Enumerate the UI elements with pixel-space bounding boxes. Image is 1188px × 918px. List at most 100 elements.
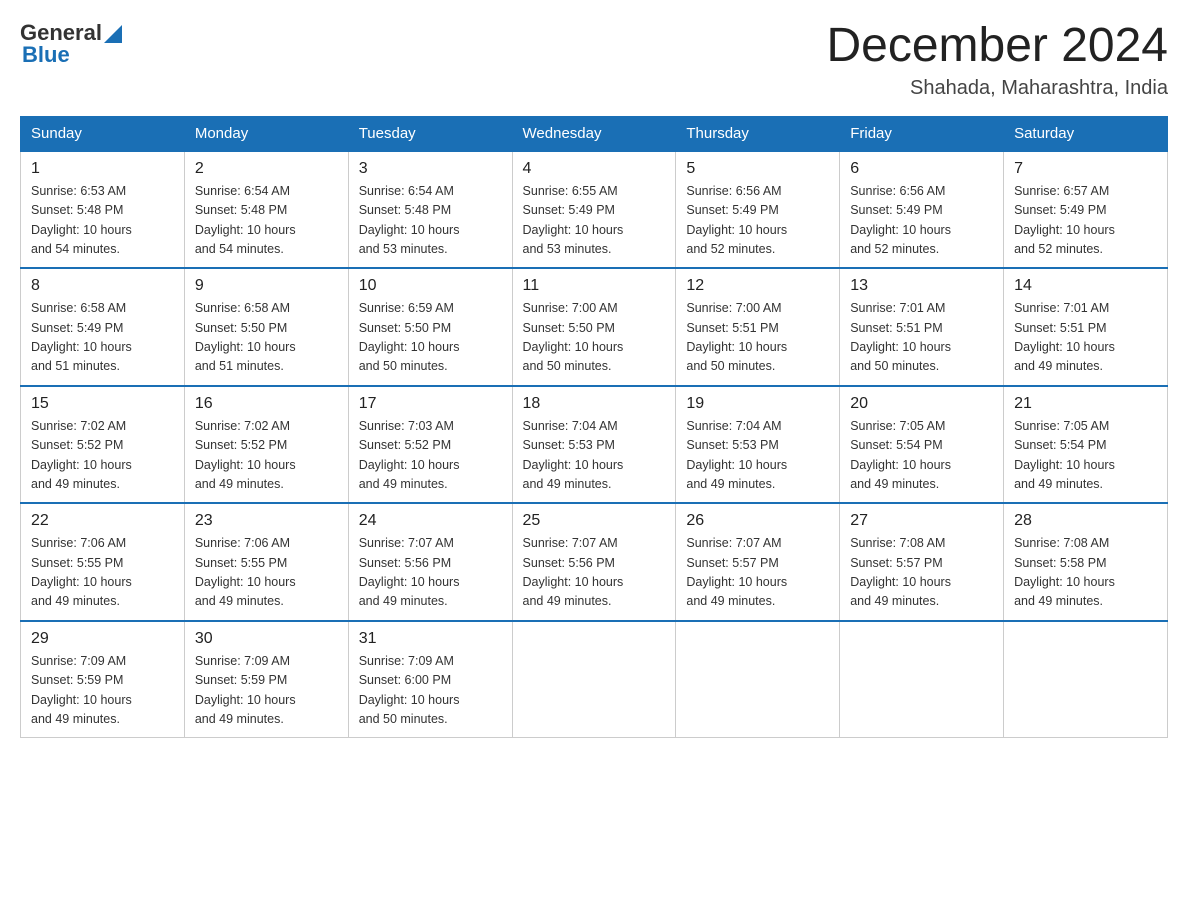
calendar-cell (1004, 621, 1168, 738)
day-info: Sunrise: 7:07 AMSunset: 5:56 PMDaylight:… (523, 534, 666, 612)
calendar-cell: 8Sunrise: 6:58 AMSunset: 5:49 PMDaylight… (21, 268, 185, 386)
calendar-cell: 10Sunrise: 6:59 AMSunset: 5:50 PMDayligh… (348, 268, 512, 386)
calendar-cell: 14Sunrise: 7:01 AMSunset: 5:51 PMDayligh… (1004, 268, 1168, 386)
day-info: Sunrise: 7:00 AMSunset: 5:50 PMDaylight:… (523, 299, 666, 377)
day-info: Sunrise: 7:08 AMSunset: 5:58 PMDaylight:… (1014, 534, 1157, 612)
day-header-thursday: Thursday (676, 116, 840, 151)
day-info: Sunrise: 7:05 AMSunset: 5:54 PMDaylight:… (850, 417, 993, 495)
day-number: 14 (1014, 277, 1157, 295)
calendar-header-row: SundayMondayTuesdayWednesdayThursdayFrid… (21, 116, 1168, 151)
day-number: 10 (359, 277, 502, 295)
calendar-cell: 30 Sunrise: 7:09 AMSunset: 5:59 PMDayligh… (184, 621, 348, 738)
day-info: Sunrise: 7:08 AMSunset: 5:57 PMDaylight:… (850, 534, 993, 612)
calendar-cell: 16 Sunrise: 7:02 AMSunset: 5:52 PMDayligh… (184, 386, 348, 504)
calendar-cell (676, 621, 840, 738)
calendar-cell: 20 Sunrise: 7:05 AMSunset: 5:54 PMDayligh… (840, 386, 1004, 504)
calendar-cell: 9 Sunrise: 6:58 AMSunset: 5:50 PMDaylight… (184, 268, 348, 386)
calendar-cell (512, 621, 676, 738)
day-number: 6 (850, 160, 993, 178)
calendar-table: SundayMondayTuesdayWednesdayThursdayFrid… (20, 116, 1168, 739)
day-info: Sunrise: 6:55 AMSunset: 5:49 PMDaylight:… (523, 182, 666, 260)
day-info: Sunrise: 7:00 AMSunset: 5:51 PMDaylight:… (686, 299, 829, 377)
day-info: Sunrise: 6:58 AMSunset: 5:50 PMDaylight:… (195, 299, 338, 377)
calendar-cell: 13Sunrise: 7:01 AMSunset: 5:51 PMDayligh… (840, 268, 1004, 386)
day-header-tuesday: Tuesday (348, 116, 512, 151)
day-info: Sunrise: 7:06 AMSunset: 5:55 PMDaylight:… (31, 534, 174, 612)
day-number: 24 (359, 512, 502, 530)
calendar-cell: 2 Sunrise: 6:54 AMSunset: 5:48 PMDaylight… (184, 151, 348, 269)
calendar-week-row: 22 Sunrise: 7:06 AMSunset: 5:55 PMDayligh… (21, 503, 1168, 621)
day-info: Sunrise: 6:57 AMSunset: 5:49 PMDaylight:… (1014, 182, 1157, 260)
month-title: December 2024 (826, 20, 1168, 73)
calendar-cell: 3 Sunrise: 6:54 AMSunset: 5:48 PMDaylight… (348, 151, 512, 269)
day-header-saturday: Saturday (1004, 116, 1168, 151)
calendar-week-row: 15 Sunrise: 7:02 AMSunset: 5:52 PMDayligh… (21, 386, 1168, 504)
logo-blue-text: Blue (22, 42, 70, 68)
day-info: Sunrise: 7:03 AMSunset: 5:52 PMDaylight:… (359, 417, 502, 495)
day-info: Sunrise: 6:54 AMSunset: 5:48 PMDaylight:… (359, 182, 502, 260)
calendar-cell: 29Sunrise: 7:09 AMSunset: 5:59 PMDayligh… (21, 621, 185, 738)
calendar-cell: 4 Sunrise: 6:55 AMSunset: 5:49 PMDaylight… (512, 151, 676, 269)
day-info: Sunrise: 7:09 AMSunset: 5:59 PMDaylight:… (195, 652, 338, 730)
day-info: Sunrise: 7:07 AMSunset: 5:57 PMDaylight:… (686, 534, 829, 612)
day-number: 8 (31, 277, 174, 295)
calendar-week-row: 1Sunrise: 6:53 AMSunset: 5:48 PMDaylight… (21, 151, 1168, 269)
calendar-cell: 25Sunrise: 7:07 AMSunset: 5:56 PMDayligh… (512, 503, 676, 621)
day-number: 22 (31, 512, 174, 530)
calendar-cell: 6 Sunrise: 6:56 AMSunset: 5:49 PMDaylight… (840, 151, 1004, 269)
day-number: 2 (195, 160, 338, 178)
day-number: 20 (850, 395, 993, 413)
location-title: Shahada, Maharashtra, India (826, 77, 1168, 100)
calendar-cell: 27Sunrise: 7:08 AMSunset: 5:57 PMDayligh… (840, 503, 1004, 621)
title-block: December 2024 Shahada, Maharashtra, Indi… (826, 20, 1168, 100)
day-number: 13 (850, 277, 993, 295)
day-info: Sunrise: 7:02 AMSunset: 5:52 PMDaylight:… (31, 417, 174, 495)
day-number: 28 (1014, 512, 1157, 530)
calendar-cell: 21 Sunrise: 7:05 AMSunset: 5:54 PMDayligh… (1004, 386, 1168, 504)
calendar-week-row: 29Sunrise: 7:09 AMSunset: 5:59 PMDayligh… (21, 621, 1168, 738)
day-info: Sunrise: 7:04 AMSunset: 5:53 PMDaylight:… (523, 417, 666, 495)
day-number: 23 (195, 512, 338, 530)
calendar-cell: 5Sunrise: 6:56 AMSunset: 5:49 PMDaylight… (676, 151, 840, 269)
calendar-cell: 28 Sunrise: 7:08 AMSunset: 5:58 PMDayligh… (1004, 503, 1168, 621)
day-info: Sunrise: 7:06 AMSunset: 5:55 PMDaylight:… (195, 534, 338, 612)
calendar-cell: 26Sunrise: 7:07 AMSunset: 5:57 PMDayligh… (676, 503, 840, 621)
calendar-cell: 1Sunrise: 6:53 AMSunset: 5:48 PMDaylight… (21, 151, 185, 269)
day-number: 5 (686, 160, 829, 178)
calendar-cell: 17Sunrise: 7:03 AMSunset: 5:52 PMDayligh… (348, 386, 512, 504)
day-number: 15 (31, 395, 174, 413)
day-info: Sunrise: 7:02 AMSunset: 5:52 PMDaylight:… (195, 417, 338, 495)
day-number: 31 (359, 630, 502, 648)
day-number: 18 (523, 395, 666, 413)
day-number: 30 (195, 630, 338, 648)
day-number: 21 (1014, 395, 1157, 413)
calendar-cell: 24 Sunrise: 7:07 AMSunset: 5:56 PMDayligh… (348, 503, 512, 621)
day-number: 12 (686, 277, 829, 295)
logo: General Blue (20, 20, 122, 68)
calendar-cell: 18 Sunrise: 7:04 AMSunset: 5:53 PMDayligh… (512, 386, 676, 504)
day-header-wednesday: Wednesday (512, 116, 676, 151)
day-info: Sunrise: 7:07 AMSunset: 5:56 PMDaylight:… (359, 534, 502, 612)
calendar-cell: 12 Sunrise: 7:00 AMSunset: 5:51 PMDayligh… (676, 268, 840, 386)
day-header-friday: Friday (840, 116, 1004, 151)
calendar-cell: 7 Sunrise: 6:57 AMSunset: 5:49 PMDaylight… (1004, 151, 1168, 269)
calendar-cell: 11 Sunrise: 7:00 AMSunset: 5:50 PMDayligh… (512, 268, 676, 386)
day-info: Sunrise: 6:56 AMSunset: 5:49 PMDaylight:… (850, 182, 993, 260)
day-number: 9 (195, 277, 338, 295)
day-number: 16 (195, 395, 338, 413)
day-number: 4 (523, 160, 666, 178)
calendar-cell: 15 Sunrise: 7:02 AMSunset: 5:52 PMDayligh… (21, 386, 185, 504)
day-number: 1 (31, 160, 174, 178)
day-header-sunday: Sunday (21, 116, 185, 151)
page-header: General Blue December 2024 Shahada, Maha… (20, 20, 1168, 100)
day-number: 7 (1014, 160, 1157, 178)
day-info: Sunrise: 7:09 AMSunset: 6:00 PMDaylight:… (359, 652, 502, 730)
calendar-cell (840, 621, 1004, 738)
day-number: 3 (359, 160, 502, 178)
day-info: Sunrise: 7:04 AMSunset: 5:53 PMDaylight:… (686, 417, 829, 495)
day-number: 11 (523, 277, 666, 295)
day-number: 19 (686, 395, 829, 413)
day-info: Sunrise: 6:54 AMSunset: 5:48 PMDaylight:… (195, 182, 338, 260)
day-info: Sunrise: 7:05 AMSunset: 5:54 PMDaylight:… (1014, 417, 1157, 495)
calendar-cell: 23 Sunrise: 7:06 AMSunset: 5:55 PMDayligh… (184, 503, 348, 621)
